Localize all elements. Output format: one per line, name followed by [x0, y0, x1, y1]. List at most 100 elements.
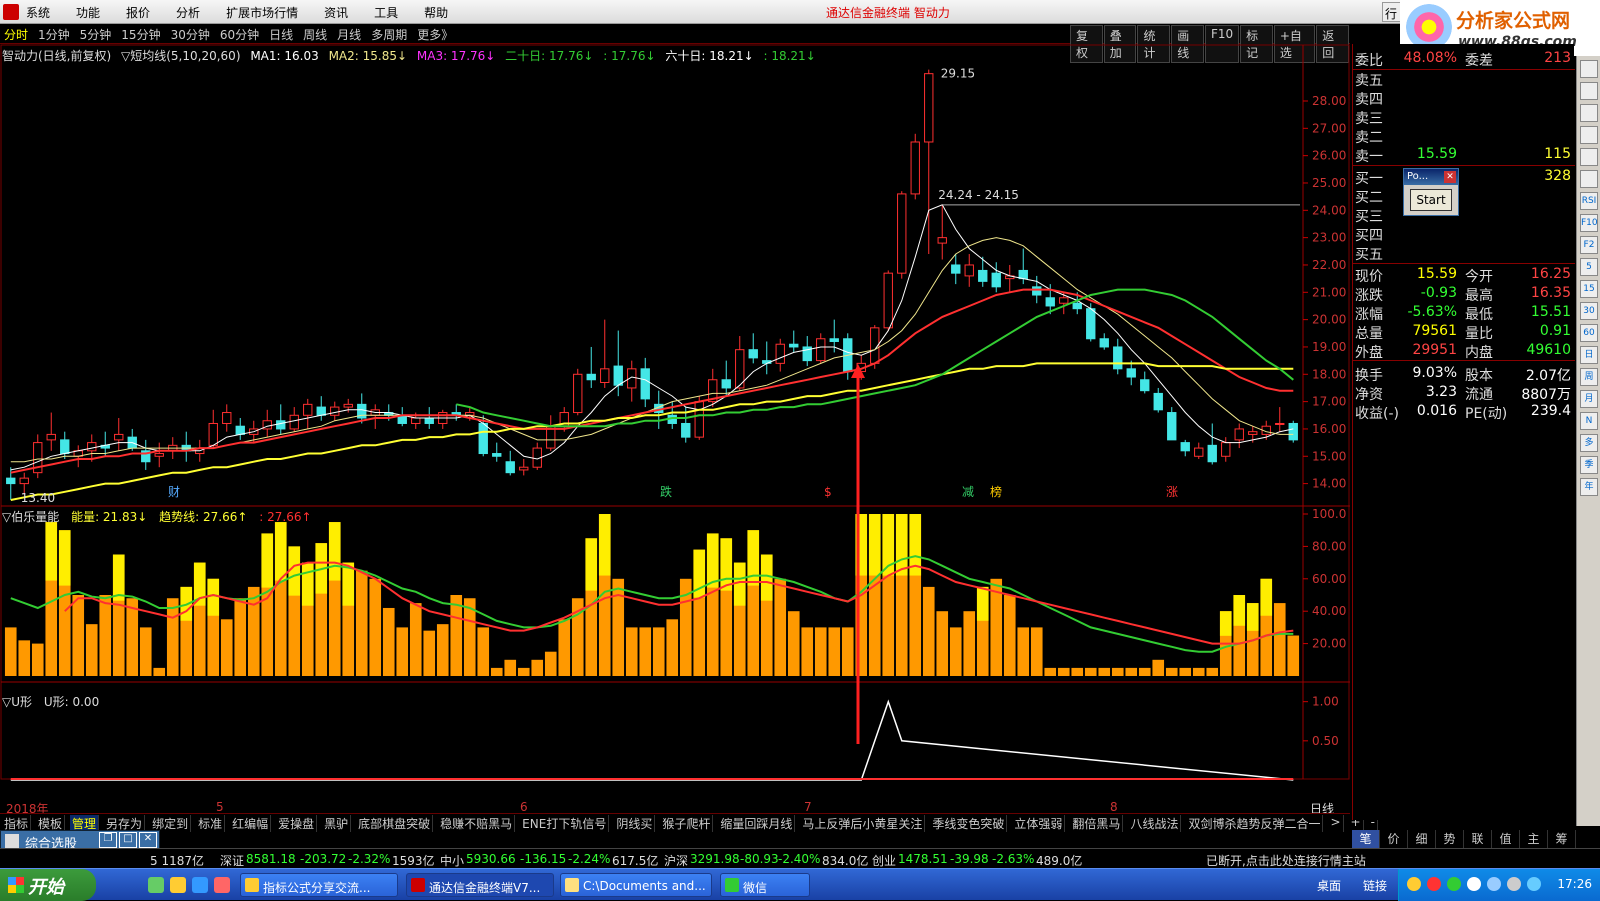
indicator-tab[interactable]: ENE打下轨信号 — [520, 815, 610, 832]
tray-desktop[interactable]: 桌面 — [1317, 877, 1341, 894]
event-label[interactable]: 财 — [168, 485, 180, 499]
tray-icon[interactable] — [1447, 877, 1461, 891]
period-tab[interactable]: 更多》 — [417, 26, 453, 43]
period-tab[interactable]: 多周期 — [371, 26, 407, 43]
indicator-tab[interactable]: 立体强弱 — [1012, 815, 1066, 832]
volume-indicator-name[interactable]: ▽伯乐量能 — [2, 510, 59, 524]
tray-icon[interactable] — [1467, 877, 1481, 891]
side-icon[interactable]: N — [1580, 412, 1598, 430]
indicator-tab[interactable]: 双剑博杀趋势反弹二合一 — [1186, 815, 1324, 832]
menu-item[interactable]: 报价 — [126, 4, 150, 21]
right-tab[interactable]: 值 — [1492, 830, 1520, 848]
indicator-tab[interactable]: 红编幅 — [230, 815, 272, 832]
event-label[interactable]: 榜 — [990, 484, 1002, 499]
connection-status[interactable]: 已断开,点击此处连接行情主站 — [1206, 852, 1366, 869]
side-tool-icon[interactable] — [1580, 104, 1598, 122]
side-tool-icon[interactable] — [1580, 170, 1598, 188]
indicator-tab[interactable]: 马上反弹后小黄星关注 — [800, 815, 926, 832]
event-label[interactable]: $ — [824, 485, 832, 499]
taskbar-task[interactable]: 微信 — [720, 873, 810, 897]
tray-icon[interactable] — [1527, 877, 1541, 891]
sell-row[interactable]: 卖五 — [1353, 70, 1575, 90]
right-tab[interactable]: 联 — [1464, 830, 1492, 848]
indicator-tab[interactable]: 猴子爬杆 — [660, 815, 714, 832]
event-label[interactable]: 减 — [962, 485, 974, 499]
indicator-tab[interactable]: 八线战法 — [1128, 815, 1182, 832]
close-icon[interactable]: ✕ — [1444, 171, 1456, 183]
period-tab[interactable]: 分时 — [4, 26, 28, 43]
right-tab[interactable]: 细 — [1408, 830, 1436, 848]
indicator-tab[interactable]: 缩量回踩月线 — [718, 815, 796, 832]
side-icon[interactable]: 日 — [1580, 346, 1598, 364]
taskbar-task[interactable]: 通达信金融终端V7... — [406, 873, 554, 897]
indicator-tab[interactable]: > — [1328, 815, 1344, 832]
sell-row[interactable]: 卖二 — [1353, 127, 1575, 147]
indicator-tab[interactable]: 底部棋盘突破 — [356, 815, 434, 832]
maximize-icon[interactable]: □ — [119, 832, 137, 848]
period-tab[interactable]: 30分钟 — [171, 26, 210, 43]
close-icon[interactable]: ✕ — [139, 832, 157, 848]
tray-icon[interactable] — [1407, 877, 1421, 891]
side-tool-icon[interactable] — [1580, 82, 1598, 100]
quote-tab[interactable]: 行 — [1382, 2, 1402, 22]
menu-item[interactable]: 功能 — [76, 4, 100, 21]
taskbar-task[interactable]: 指标公式分享交流... — [240, 873, 398, 897]
buy-row[interactable]: 买一 328 — [1353, 168, 1575, 188]
right-tab[interactable]: 势 — [1436, 830, 1464, 848]
side-icon[interactable]: 多 — [1580, 434, 1598, 452]
tray-icon[interactable] — [1427, 877, 1441, 891]
side-icon[interactable]: 周 — [1580, 368, 1598, 386]
side-icon[interactable]: 5 — [1580, 258, 1598, 276]
indicator-tab[interactable]: 翻倍黑马 — [1070, 815, 1124, 832]
right-tab[interactable]: 主 — [1520, 830, 1548, 848]
sell-row[interactable]: 卖四 — [1353, 89, 1575, 109]
side-icon[interactable]: 60 — [1580, 324, 1598, 342]
indicator-tab[interactable]: 季线变色突破 — [930, 815, 1008, 832]
tray-icon[interactable] — [1507, 877, 1521, 891]
u-indicator-name[interactable]: ▽U形 — [2, 695, 32, 709]
start-button[interactable]: 开始 — [0, 869, 96, 901]
quicklaunch-icon[interactable] — [148, 877, 164, 893]
quicklaunch-icon[interactable] — [214, 877, 230, 893]
tray-icon[interactable] — [1487, 877, 1501, 891]
restore-icon[interactable]: ❐ — [99, 832, 117, 848]
indicator-tab[interactable]: 稳赚不赔黑马 — [438, 815, 516, 832]
period-tab[interactable]: 1分钟 — [38, 26, 70, 43]
buy-row[interactable]: 买三 — [1353, 206, 1575, 226]
side-tool-icon[interactable] — [1580, 148, 1598, 166]
menu-item[interactable]: 工具 — [374, 4, 398, 21]
side-tool-icon[interactable] — [1580, 60, 1598, 78]
right-tab[interactable]: 笔 — [1352, 830, 1380, 848]
menu-item[interactable]: 帮助 — [424, 4, 448, 21]
side-icon[interactable]: 30 — [1580, 302, 1598, 320]
kline-chart-area[interactable]: 28.00 27.00 26.00 25.00 24.00 23.00 22.00 21.00… — [0, 44, 1350, 804]
menu-item[interactable]: 资讯 — [324, 4, 348, 21]
stock-picker-panel[interactable]: 综合选股 ❐ □ ✕ — [0, 830, 160, 852]
period-tab[interactable]: 15分钟 — [121, 26, 160, 43]
quicklaunch-icon[interactable] — [192, 877, 208, 893]
side-icon[interactable]: F2 — [1580, 236, 1598, 254]
side-icon[interactable]: 月 — [1580, 390, 1598, 408]
menu-item[interactable]: 分析 — [176, 4, 200, 21]
event-label[interactable]: 跌 — [660, 484, 672, 499]
indicator-tab[interactable]: 爱操盘 — [276, 815, 318, 832]
side-icon[interactable]: F10 — [1580, 214, 1598, 232]
side-icon[interactable]: RSI — [1580, 192, 1598, 210]
buy-row[interactable]: 买二 — [1353, 187, 1575, 207]
period-tab[interactable]: 5分钟 — [80, 26, 112, 43]
right-tab[interactable]: 筹 — [1548, 830, 1576, 848]
indicator-tab[interactable]: 黑驴 — [322, 815, 352, 832]
sell-row[interactable]: 卖三 — [1353, 108, 1575, 128]
start-button[interactable]: Start — [1410, 189, 1452, 211]
buy-row[interactable]: 买五 — [1353, 244, 1575, 264]
period-tab[interactable]: 周线 — [303, 26, 327, 43]
side-icon[interactable]: 年 — [1580, 478, 1598, 496]
side-icon[interactable]: 15 — [1580, 280, 1598, 298]
right-tab[interactable]: 价 — [1380, 830, 1408, 848]
indicator-tab[interactable]: 阴线买 — [614, 815, 656, 832]
quicklaunch-icon[interactable] — [170, 877, 186, 893]
buy-row[interactable]: 买四 — [1353, 225, 1575, 245]
menu-item[interactable]: 扩展市场行情 — [226, 4, 298, 21]
event-label[interactable]: 涨 — [1166, 484, 1178, 499]
side-icon[interactable]: 季 — [1580, 456, 1598, 474]
